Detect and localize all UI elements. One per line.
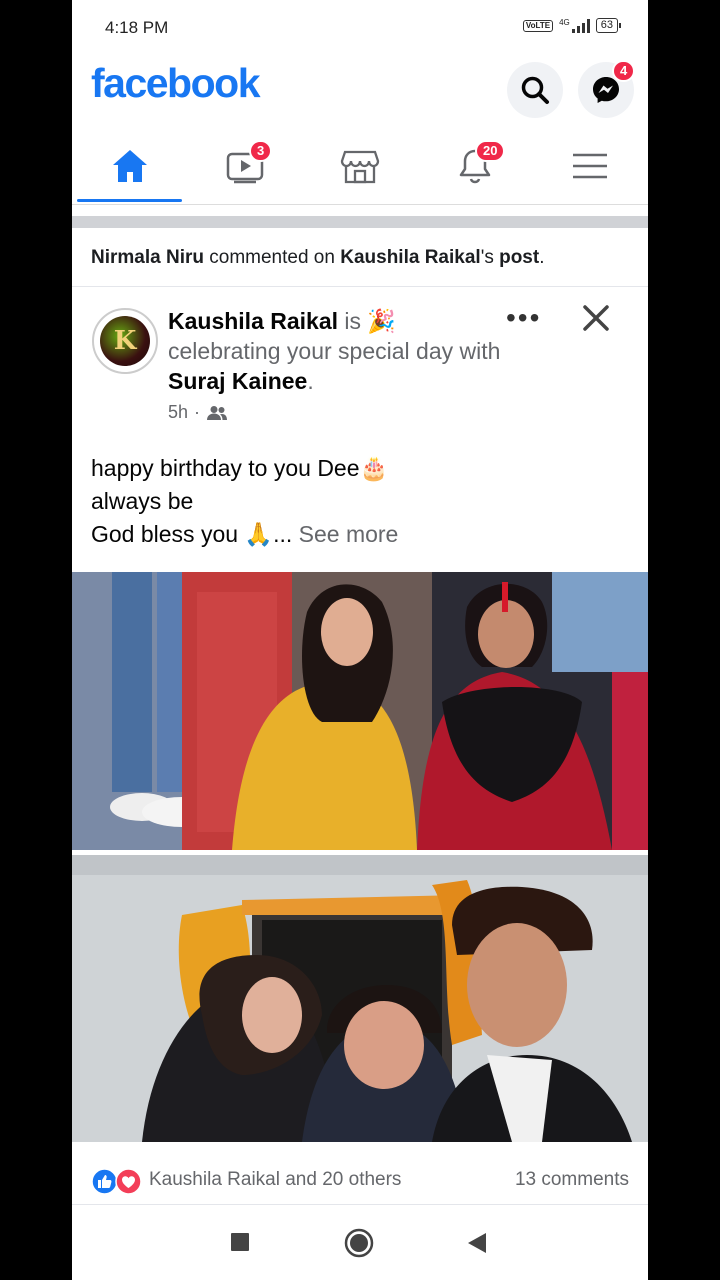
post-photo-2[interactable] [72,855,648,1142]
reactions-label[interactable]: Kaushila Raikal and 20 others [149,1169,401,1191]
messenger-button[interactable]: 4 [578,60,636,118]
author-name[interactable]: Kaushila Raikal [168,308,338,334]
post-meta: 5h · [168,402,228,423]
close-icon [583,305,609,331]
post-header: K Kaushila Raikal is 🎉 celebrating your … [72,290,648,440]
search-icon [521,76,549,104]
status-icons: VoLTE 4G 63 [522,18,622,33]
love-reaction-icon [115,1168,142,1195]
tab-home[interactable] [72,130,187,202]
close-button[interactable] [582,304,610,337]
birthday-cake-icon: 🎂 [359,455,389,481]
messenger-badge: 4 [612,60,636,82]
avatar[interactable]: K [92,308,158,374]
screen: 4:18 PM VoLTE 4G 63 facebook 4 3 20 Nirm… [72,0,648,1280]
feed-separator [72,216,648,228]
tab-menu[interactable] [532,130,647,202]
avatar-monogram-icon: K [100,316,150,366]
tab-marketplace[interactable] [302,130,417,202]
facebook-logo[interactable]: facebook [91,60,261,107]
search-button[interactable] [507,62,563,118]
more-options-icon[interactable]: ••• [506,302,541,334]
home-button[interactable] [344,1228,374,1258]
like-reaction-icon [91,1168,118,1195]
tab-watch[interactable]: 3 [187,130,302,202]
photo-1-illustration [72,572,648,850]
marketplace-icon [340,150,379,184]
network-type: 4G [559,18,570,27]
post-headline: Kaushila Raikal is 🎉 celebrating your sp… [168,308,501,394]
volte-icon: VoLTE [522,19,554,32]
reaction-icons[interactable] [91,1168,142,1195]
battery-icon: 63 [595,18,622,33]
status-bar: 4:18 PM VoLTE 4G 63 [72,0,648,56]
party-popper-icon: 🎉 [367,308,397,334]
hamburger-menu-icon [572,153,607,179]
app-header: facebook 4 [72,56,648,120]
comments-count[interactable]: 13 comments [515,1169,629,1191]
friends-audience-icon [207,405,228,420]
post-photo-1[interactable] [72,572,648,850]
home-icon [112,150,147,182]
system-nav-bar [72,1206,648,1280]
post-link[interactable]: post [499,247,539,268]
photo-2-illustration [72,855,648,1142]
post-time[interactable]: 5h [168,402,188,423]
post-text: happy birthday to you Dee🎂 always be God… [91,455,399,547]
tagged-name[interactable]: Suraj Kainee [168,368,307,394]
reactions-bar: Kaushila Raikal and 20 others 13 comment… [72,1148,648,1205]
story-notification[interactable]: Nirmala Niru commented on Kaushila Raika… [72,230,648,287]
see-more-link[interactable]: See more [299,521,399,547]
signal-icon [571,18,590,33]
watch-badge: 3 [249,140,273,162]
actor-name[interactable]: Nirmala Niru [91,247,204,268]
owner-name[interactable]: Kaushila Raikal [340,247,480,268]
tab-notifications[interactable]: 20 [417,130,532,202]
recents-button[interactable] [230,1232,250,1252]
tab-bar: 3 20 [72,130,648,205]
back-button[interactable] [466,1231,488,1255]
folded-hands-icon: 🙏 [244,521,274,547]
status-time: 4:18 PM [105,18,169,37]
notifications-badge: 20 [475,140,506,162]
